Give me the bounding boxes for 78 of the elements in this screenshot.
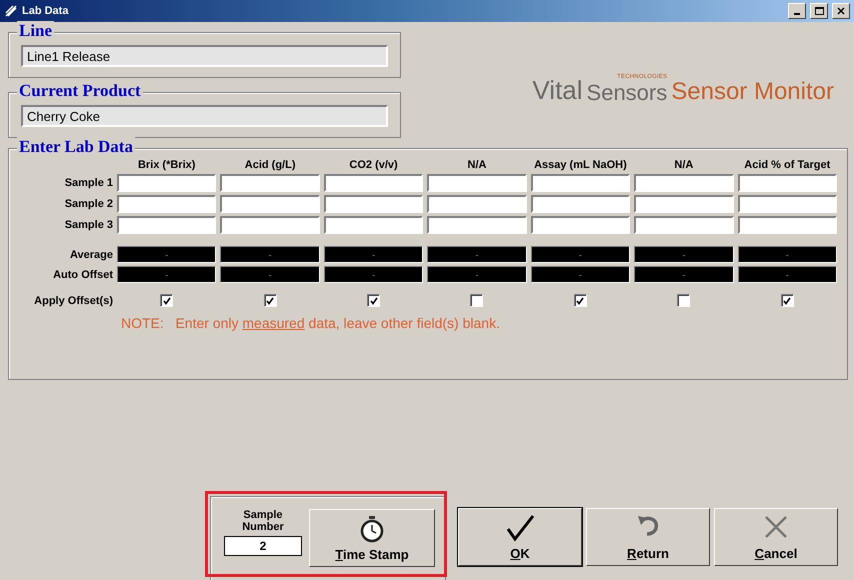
value-display: - [427,246,527,263]
input-field[interactable] [738,195,837,213]
value-display: - [220,246,320,263]
checkbox[interactable] [470,294,484,307]
row-label: Average [68,248,113,260]
checkbox[interactable] [574,294,587,307]
logo-text: Vital [532,75,583,106]
input-field[interactable] [220,195,320,213]
input-field[interactable] [634,195,734,213]
value-display: - [324,266,424,283]
row-label: Auto Offset [52,268,113,280]
row-label: Sample 1 [64,177,113,189]
column-header: N/A [466,159,488,171]
value-display: - [117,246,216,263]
sample-number-field[interactable]: 2 [224,536,302,556]
value-display: - [220,266,320,283]
input-field[interactable] [324,216,424,234]
logo-text: Sensors [586,80,668,106]
row-label: Apply Offset(s) [33,294,113,306]
checkbox[interactable] [677,294,690,307]
value-display: - [634,246,734,263]
return-button[interactable]: Return [586,508,710,566]
maximize-button[interactable] [810,3,828,19]
input-field[interactable] [220,174,320,192]
checkbox[interactable] [264,294,277,307]
input-field[interactable] [220,216,320,234]
close-icon [837,7,845,15]
input-field[interactable] [117,195,216,213]
input-field[interactable] [117,216,216,234]
checkbox[interactable] [780,294,794,307]
checkbox[interactable] [367,294,380,307]
maximize-icon [814,7,824,15]
row-label: Sample 2 [64,198,113,210]
value-display: - [738,266,837,283]
value-display: - [530,246,630,263]
value-display: - [530,266,630,283]
input-field[interactable] [530,195,630,213]
checkmark-icon [505,514,535,542]
column-header: N/A [673,159,694,171]
input-field[interactable] [117,174,216,192]
input-field[interactable] [738,174,837,192]
value-display: - [634,266,734,283]
column-header: Brix (*Brix) [136,159,196,171]
note-text: NOTE: Enter only measured data, leave other field(s) blank. [121,315,501,331]
close-button[interactable] [832,3,850,19]
column-header: CO2 (v/v) [348,159,399,171]
line-field: Line1 Release [21,45,388,67]
column-header: Acid % of Target [743,159,832,171]
minimize-button[interactable] [788,3,806,19]
checkbox[interactable] [160,294,174,307]
column-header: Assay (mL NaOH) [533,159,628,171]
row-label: Sample 3 [64,219,113,231]
window-title: Lab Data [22,5,70,17]
app-icon [4,4,18,18]
input-field[interactable] [324,195,424,213]
value-display: - [738,246,837,263]
ok-button[interactable]: OK [458,508,582,566]
sample-number-label: Sample Number [241,509,285,533]
time-stamp-button[interactable]: Time Stamp [309,509,435,567]
input-field[interactable] [427,216,527,234]
input-field[interactable] [530,174,630,192]
value-display: - [427,266,527,283]
input-field[interactable] [634,216,734,234]
stopwatch-icon [359,515,385,543]
input-field[interactable] [324,174,424,192]
cross-icon [763,514,789,540]
undo-arrow-icon [636,514,660,536]
product-field: Cherry Coke [21,105,388,127]
column-header: Acid (g/L) [244,159,296,171]
logo-product-name: Sensor Monitor [671,78,834,106]
value-display: - [324,246,424,263]
input-field[interactable] [530,216,630,234]
cancel-button[interactable]: Cancel [714,508,838,566]
input-field[interactable] [427,195,527,213]
input-field[interactable] [738,216,837,234]
input-field[interactable] [634,174,734,192]
input-field[interactable] [427,174,527,192]
value-display: - [117,266,216,283]
